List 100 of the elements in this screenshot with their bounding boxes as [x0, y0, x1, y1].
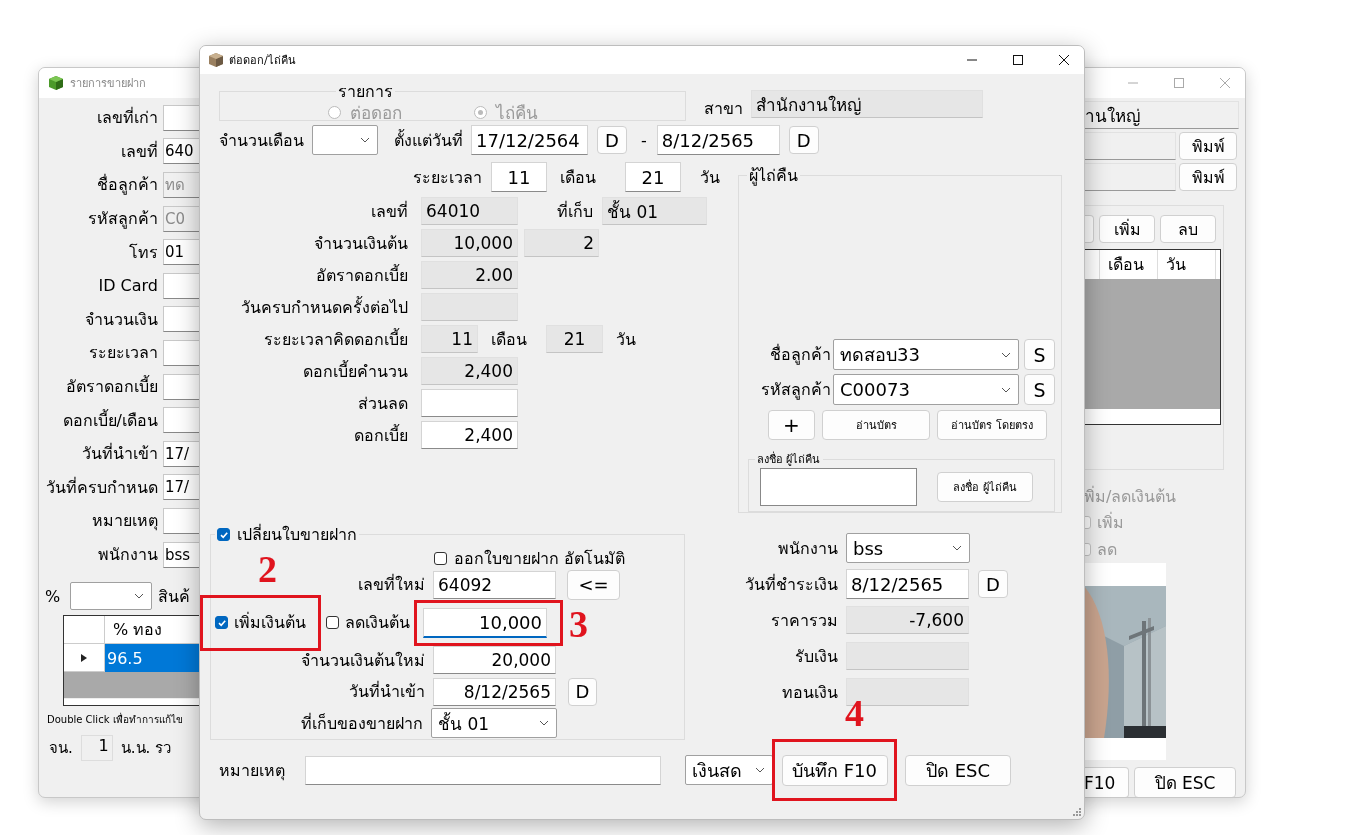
date-field[interactable]: 17/12/2564 [471, 125, 588, 155]
close-icon[interactable] [1058, 54, 1070, 66]
checkbox-label: ลด [1097, 539, 1117, 561]
note-field[interactable] [305, 755, 661, 785]
cube-icon [48, 75, 64, 91]
checkbox-label: เพิ่ม [1097, 511, 1124, 534]
hint-text: Double Click เพื่อทำการแก้ไข [47, 712, 184, 728]
text-field[interactable]: 20,000 [433, 646, 556, 675]
action-button[interactable]: เพิ่ม [1099, 215, 1155, 243]
text-field[interactable]: 2 [524, 229, 599, 257]
print-button[interactable]: พิมพ์ [1179, 163, 1237, 191]
date-field[interactable]: 8/12/2565 [846, 569, 969, 599]
dropdown[interactable]: ทดสอบ33 [833, 339, 1019, 371]
resize-grip-icon[interactable] [1073, 808, 1081, 816]
search-button[interactable]: S [1024, 374, 1055, 406]
action-button[interactable]: อ่านบัตร [822, 410, 930, 441]
checkbox-label: เปลี่ยนใบขายฝาก [237, 523, 357, 546]
number-field[interactable]: 11 [491, 162, 547, 192]
sign-button[interactable]: ลงชื่อ ผู้ไถ่คืน [937, 471, 1033, 502]
dropdown[interactable]: ชั้น 01 [431, 708, 557, 739]
text-field[interactable] [421, 293, 518, 321]
field-label: วันครบกำหนดครั้งต่อไป [240, 295, 409, 319]
text-field[interactable]: 2,400 [421, 421, 518, 449]
grid-corner [64, 616, 105, 645]
field-label: ที่เก็บ [556, 200, 594, 223]
close-button[interactable]: ปิด ESC [905, 754, 1011, 786]
amount-field[interactable]: 10,000 [423, 607, 547, 638]
field-label: ระยะเวลาคิดดอกเบี้ย [263, 327, 409, 351]
dropdown[interactable] [312, 125, 378, 155]
action-button[interactable]: ปิด ESC [1134, 767, 1236, 797]
search-button[interactable]: S [1024, 339, 1055, 371]
action-button[interactable]: ลบ [1160, 215, 1216, 243]
text-field[interactable]: 2,400 [421, 357, 518, 385]
row-pointer-icon [81, 653, 87, 662]
maximize-icon[interactable] [1012, 54, 1024, 66]
date-button[interactable]: D [788, 126, 819, 154]
field-label: ID Card [97, 276, 159, 296]
field-label: โทร [128, 241, 159, 264]
print-button[interactable]: พิมพ์ [1179, 132, 1237, 160]
text-field[interactable]: 17/ [163, 474, 199, 501]
text-field[interactable]: 01 [163, 239, 199, 266]
text-field[interactable]: 640 [163, 138, 199, 165]
count-field[interactable]: 1 [80, 735, 113, 762]
unit-label: เดือน [490, 328, 528, 351]
text-field[interactable]: ชั้น 01 [602, 197, 707, 225]
action-button[interactable]: + [768, 410, 815, 441]
checkbox[interactable] [434, 551, 447, 565]
caret-icon [539, 720, 549, 727]
signature-field[interactable] [760, 467, 917, 506]
checkbox[interactable] [326, 616, 339, 629]
number-field[interactable]: 11 [421, 325, 478, 353]
number-field[interactable]: 21 [625, 162, 681, 192]
text-field[interactable]: 64010 [421, 197, 518, 225]
dropdown[interactable]: bss [846, 533, 970, 563]
step-number: 3 [569, 604, 588, 643]
action-button[interactable]: F10 [1084, 767, 1129, 797]
field-label: ชื่อลูกค้า [96, 173, 159, 197]
branch-field: านใหญ่ [1084, 101, 1239, 129]
field-label: ชื่อลูกค้า [769, 343, 832, 367]
checkbox[interactable] [215, 616, 228, 629]
field-label: ดอกเบี้ย [353, 423, 409, 447]
date-button[interactable]: D [568, 677, 597, 706]
dropdown[interactable] [70, 582, 153, 611]
unit-label: วัน [616, 328, 636, 351]
checkbox-label: ลดเงินต้น [345, 612, 410, 634]
field-label: จำนวนเงิน [84, 308, 159, 331]
field-label: ทอนเงิน [781, 681, 839, 704]
number-field[interactable]: 21 [546, 325, 603, 353]
copy-button[interactable]: <= [567, 569, 620, 600]
date-button[interactable]: D [597, 126, 627, 154]
text-field[interactable]: bss [163, 541, 199, 568]
text-field[interactable]: 64092 [433, 570, 556, 599]
date-button[interactable]: D [978, 570, 1008, 598]
table-cell[interactable]: 96.5 [105, 644, 199, 673]
field-label: จำนวนเงินต้น [313, 232, 409, 255]
field-label: รับเงิน [794, 645, 839, 668]
field-label: รหัสลูกค้า [760, 379, 832, 402]
dropdown[interactable]: เงินสด [685, 755, 773, 785]
field-label: ตั้งแต่วันที่ [394, 128, 463, 152]
unit-label: เดือน [559, 166, 597, 189]
field-label: ที่เก็บของขายฝาก [300, 712, 424, 735]
text-field[interactable] [421, 389, 518, 417]
field-label: ดอกเบี้ย/เดือน [61, 408, 159, 432]
caret-icon [1001, 386, 1011, 393]
dropdown[interactable]: C00073 [833, 374, 1019, 406]
text-field[interactable]: 2.00 [421, 261, 518, 289]
date-field[interactable]: 8/12/2565 [656, 125, 780, 155]
date-field[interactable]: 8/12/2565 [433, 677, 556, 706]
text-field[interactable]: 17/ [163, 440, 199, 467]
field-label: จำนวนเงินต้นใหม่ [300, 649, 426, 672]
text-field[interactable]: 10,000 [421, 229, 518, 257]
separator-text: - [641, 130, 647, 150]
text-field[interactable] [1084, 163, 1176, 191]
text-field[interactable] [1084, 132, 1176, 160]
field-label: ราคารวม [770, 609, 839, 632]
checkbox[interactable] [217, 528, 230, 541]
action-button[interactable]: อ่านบัตร โดยตรง [937, 410, 1047, 441]
field-label: หมายเหตุ [219, 759, 286, 783]
save-button[interactable]: บันทึก F10 [781, 754, 888, 786]
window-title: รายการขายฝาก [70, 76, 146, 92]
